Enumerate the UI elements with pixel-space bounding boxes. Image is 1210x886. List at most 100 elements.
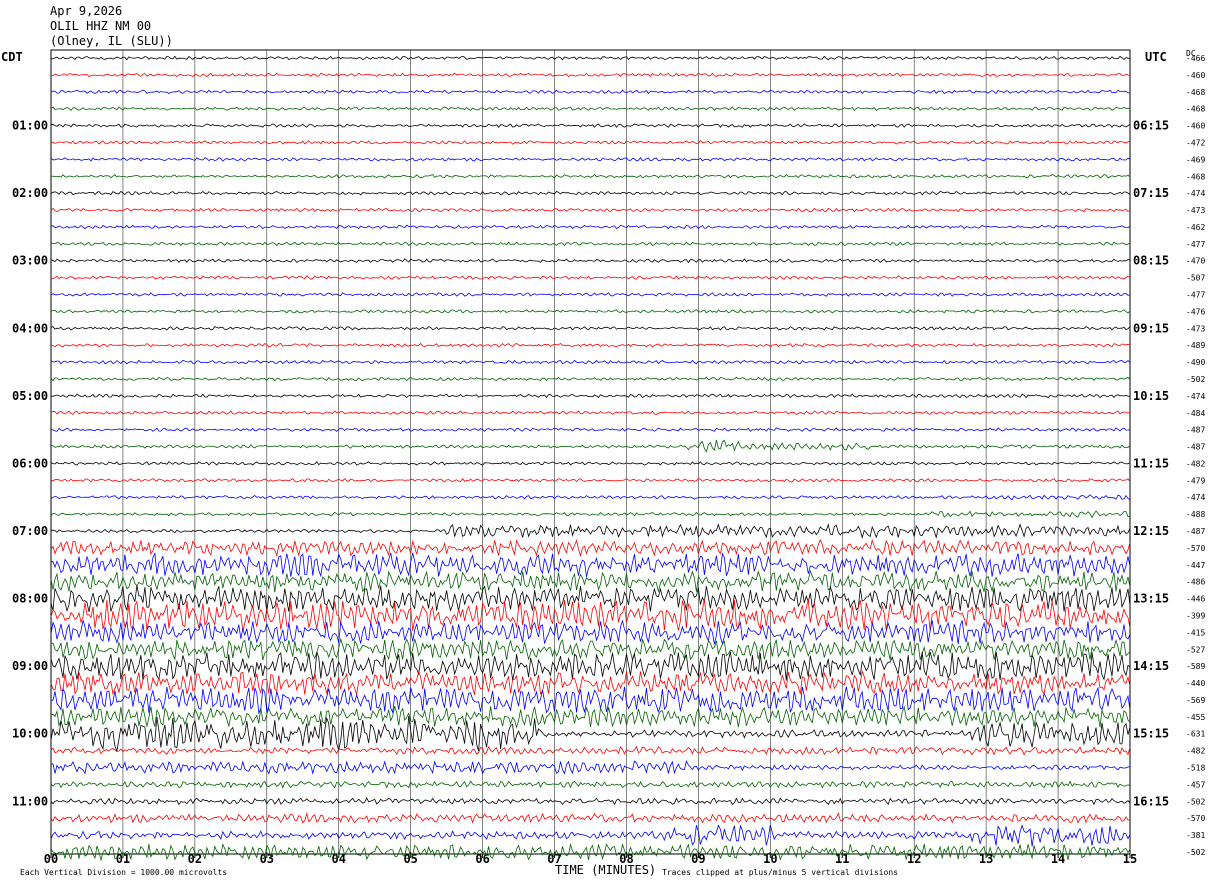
dc-value: -447: [1186, 561, 1205, 570]
right-hour-label: 09:15: [1133, 321, 1169, 335]
clip-note: Traces clipped at plus/minus 5 vertical …: [662, 868, 899, 877]
trace-1: [50, 72, 1131, 78]
dc-value: -455: [1186, 713, 1205, 722]
dc-value: -381: [1186, 831, 1205, 840]
x-tick-label: 15: [1123, 852, 1137, 866]
trace-41: [50, 745, 1131, 756]
dc-value: -631: [1186, 730, 1205, 739]
trace-24: [50, 461, 1131, 466]
x-tick-label: 13: [979, 852, 993, 866]
trace-46: [50, 824, 1131, 847]
dc-value: -472: [1186, 138, 1205, 147]
dc-value: -477: [1186, 240, 1205, 249]
trace-17: [50, 342, 1131, 348]
trace-15: [50, 309, 1131, 314]
dc-value: -487: [1186, 443, 1205, 452]
trace-21: [50, 410, 1131, 415]
dc-value: -474: [1186, 189, 1205, 198]
dc-value: -468: [1186, 105, 1205, 114]
trace-13: [50, 275, 1131, 280]
trace-23: [50, 439, 1131, 453]
x-tick-label: 14: [1051, 852, 1065, 866]
dc-value: -440: [1186, 679, 1205, 688]
trace-22: [50, 427, 1131, 432]
left-hour-label: 07:00: [12, 524, 48, 538]
dc-value: -415: [1186, 628, 1205, 637]
trace-12: [50, 258, 1131, 263]
trace-19: [50, 376, 1131, 382]
trace-36: [50, 651, 1131, 681]
dc-value: -457: [1186, 780, 1205, 789]
trace-14: [50, 292, 1131, 297]
trace-0: [50, 55, 1131, 61]
trace-39: [50, 705, 1131, 729]
scale-note: Each Vertical Division = 1000.00 microvo…: [20, 868, 228, 877]
right-hour-label: 14:15: [1133, 659, 1169, 673]
trace-37: [50, 669, 1131, 696]
trace-45: [50, 812, 1131, 824]
left-hour-label: 06:00: [12, 456, 48, 470]
trace-44: [50, 796, 1131, 806]
trace-20: [50, 393, 1131, 399]
dc-value: -460: [1186, 71, 1205, 80]
dc-value: -490: [1186, 358, 1205, 367]
trace-7: [50, 173, 1131, 179]
x-tick-label: 09: [691, 852, 705, 866]
dc-value: -527: [1186, 645, 1205, 654]
trace-3: [50, 106, 1131, 111]
dc-value: -477: [1186, 291, 1205, 300]
trace-40: [50, 716, 1131, 753]
dc-value: -502: [1186, 848, 1205, 857]
trace-42: [50, 759, 1131, 775]
dc-value: -466: [1186, 54, 1205, 63]
trace-31: [50, 569, 1131, 593]
dc-value: -473: [1186, 324, 1205, 333]
trace-10: [50, 224, 1131, 230]
trace-43: [50, 780, 1131, 789]
right-hour-label: 13:15: [1133, 592, 1169, 606]
dc-value: -399: [1186, 611, 1205, 620]
dc-value: -570: [1186, 544, 1205, 553]
dc-value: -507: [1186, 274, 1205, 283]
left-hour-label: 04:00: [12, 321, 48, 335]
right-hour-label: 08:15: [1133, 254, 1169, 268]
trace-8: [50, 190, 1131, 196]
trace-11: [50, 241, 1131, 247]
trace-25: [50, 478, 1131, 483]
dc-value: -484: [1186, 409, 1205, 418]
right-hour-label: 07:15: [1133, 186, 1169, 200]
dc-value: -502: [1186, 797, 1205, 806]
trace-34: [50, 619, 1131, 645]
dc-value: -569: [1186, 696, 1205, 705]
trace-16: [50, 326, 1131, 331]
left-hour-label: 05:00: [12, 389, 48, 403]
dc-value: -487: [1186, 426, 1205, 435]
trace-27: [50, 510, 1131, 519]
dc-value: -489: [1186, 341, 1205, 350]
trace-18: [50, 359, 1131, 365]
trace-32: [50, 585, 1131, 613]
left-hour-label: 11:00: [12, 794, 48, 808]
left-hour-label: 02:00: [12, 186, 48, 200]
right-hour-label: 10:15: [1133, 389, 1169, 403]
dc-value: -589: [1186, 662, 1205, 671]
x-tick-label: 05: [403, 852, 417, 866]
left-hour-label: 03:00: [12, 254, 48, 268]
left-hour-label: 08:00: [12, 592, 48, 606]
right-hour-label: 16:15: [1133, 794, 1169, 808]
trace-9: [50, 207, 1131, 213]
dc-value: -469: [1186, 155, 1205, 164]
dc-value: -488: [1186, 510, 1205, 519]
right-hour-label: 06:15: [1133, 119, 1169, 133]
trace-2: [50, 89, 1131, 95]
x-tick-label: 00: [44, 852, 58, 866]
x-tick-label: 12: [907, 852, 921, 866]
dc-value: -502: [1186, 375, 1205, 384]
dc-value: -473: [1186, 206, 1205, 215]
dc-value: -482: [1186, 747, 1205, 756]
dc-value: -570: [1186, 814, 1205, 823]
dc-value: -487: [1186, 527, 1205, 536]
trace-33: [50, 599, 1131, 632]
dc-value: -486: [1186, 578, 1205, 587]
trace-38: [51, 686, 1131, 715]
